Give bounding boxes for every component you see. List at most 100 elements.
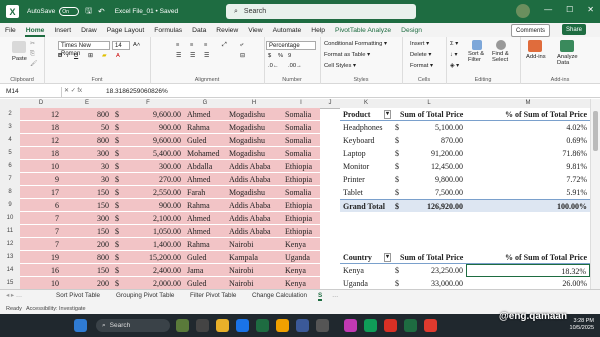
increase-decimal-icon[interactable]: .0← — [268, 63, 279, 69]
row-header[interactable]: 5 — [0, 147, 21, 161]
cell-quantity[interactable]: 12 — [20, 134, 62, 147]
cell-currency[interactable]: $ — [112, 212, 120, 225]
cell-quantity[interactable]: 19 — [20, 251, 62, 264]
pivot-row-label[interactable]: Monitor — [340, 160, 392, 173]
active-cell[interactable]: 18.32% — [466, 264, 590, 277]
paste-icon[interactable] — [12, 41, 26, 53]
media-icon[interactable] — [424, 319, 437, 332]
cell-total-price[interactable]: 15,200.00 — [120, 251, 184, 264]
file-explorer-icon[interactable] — [216, 319, 229, 332]
row-header[interactable]: 15 — [0, 277, 21, 289]
autosave-toggle[interactable]: On — [59, 7, 80, 16]
analyze-data-label[interactable]: Analyze Data — [557, 54, 578, 66]
cell-styles-button[interactable]: Cell Styles ▾ — [324, 63, 356, 69]
comma-icon[interactable]: 9 — [288, 53, 291, 59]
cell-total-price[interactable]: 2,400.00 — [120, 264, 184, 277]
analyze-data-icon[interactable] — [560, 40, 574, 52]
row-header[interactable]: 14 — [0, 264, 21, 278]
pivot-row-label[interactable]: Kenya — [340, 264, 392, 277]
cell-unit-price[interactable]: 300 — [62, 212, 112, 225]
cell-city[interactable]: Addis Ababa — [226, 173, 282, 186]
cell-salesperson[interactable]: Ahmed — [184, 108, 226, 121]
recorder-icon[interactable] — [384, 319, 397, 332]
cell-city[interactable]: Mogadishu — [226, 134, 282, 147]
align-bottom-icon[interactable]: ≡ — [204, 42, 207, 48]
pivot-header-spacer[interactable] — [392, 108, 400, 121]
cell-salesperson[interactable]: Farah — [184, 186, 226, 199]
cell-unit-price[interactable]: 30 — [62, 160, 112, 173]
pivot-row-sum[interactable]: 5,100.00 — [400, 121, 466, 134]
wrap-text-icon[interactable]: ⤶ — [240, 42, 243, 49]
tab-insert[interactable]: Insert — [49, 27, 76, 34]
pivot-row-pct[interactable]: 7.72% — [466, 173, 590, 186]
tab-page-layout[interactable]: Page Layout — [102, 27, 150, 34]
align-center-icon[interactable]: ☰ — [190, 53, 195, 59]
store-icon[interactable] — [316, 319, 329, 332]
sheet-tab-grouping-pivot[interactable]: Grouping Pivot Table — [116, 292, 174, 299]
cell-currency[interactable]: $ — [112, 238, 120, 251]
pivot-row-currency[interactable]: $ — [392, 277, 400, 289]
cell-country[interactable]: Ethiopia — [282, 199, 320, 212]
edge-icon[interactable] — [236, 319, 249, 332]
pivot-header-pct[interactable]: % of Sum of Total Price — [466, 108, 590, 121]
cell-city[interactable]: Mogadishu — [226, 121, 282, 134]
cell-total-price[interactable]: 300.00 — [120, 160, 184, 173]
copy-icon[interactable]: ⎘ — [30, 51, 35, 58]
cell-quantity[interactable]: 10 — [20, 277, 62, 289]
cell-quantity[interactable]: 7 — [20, 225, 62, 238]
undo-icon[interactable]: ↶ — [98, 7, 105, 16]
status-accessibility[interactable]: Accessibility: Investigate — [26, 306, 86, 312]
cell-unit-price[interactable]: 50 — [62, 121, 112, 134]
maximize-icon[interactable]: ☐ — [566, 5, 573, 14]
row-header[interactable]: 10 — [0, 212, 21, 226]
align-left-icon[interactable]: ☰ — [176, 53, 181, 59]
pivot-row-pct[interactable]: 5.91% — [466, 186, 590, 199]
pivot-row-currency[interactable]: $ — [392, 147, 400, 160]
cell-quantity[interactable]: 7 — [20, 238, 62, 251]
prev-sheet-icon[interactable]: ◂ ▸ … — [6, 292, 22, 299]
tab-file[interactable]: File — [0, 27, 21, 34]
cell-city[interactable]: Addis Ababa — [226, 225, 282, 238]
taskbar-clock[interactable]: 3:28 PM 10/5/2025 — [570, 318, 594, 332]
pivot-header-sum[interactable]: Sum of Total Price — [400, 108, 466, 121]
delete-cells-button[interactable]: Delete ▾ — [410, 52, 431, 58]
cell-country[interactable]: Ethiopia — [282, 225, 320, 238]
pivot-row-label[interactable]: Keyboard — [340, 134, 392, 147]
cell-country[interactable]: Kenya — [282, 238, 320, 251]
tab-design[interactable]: Design — [396, 27, 427, 34]
addins-icon[interactable] — [528, 40, 542, 52]
cell-quantity[interactable]: 17 — [20, 186, 62, 199]
cell-salesperson[interactable]: Abdalla — [184, 160, 226, 173]
cell-total-price[interactable]: 9,600.00 — [120, 108, 184, 121]
cell-city[interactable]: Nairobi — [226, 238, 282, 251]
sort-filter-icon[interactable] — [472, 40, 482, 50]
share-button[interactable]: Share — [562, 24, 587, 35]
cell-salesperson[interactable]: Ahmed — [184, 212, 226, 225]
worksheet-grid[interactable]: D E F G H I J K L M 2 12 800 $9,600.00 Ahmed… — [0, 99, 590, 289]
font-name-select[interactable]: Times New Roman — [58, 41, 110, 57]
row-header[interactable]: 6 — [0, 160, 21, 174]
cell-unit-price[interactable]: 200 — [62, 238, 112, 251]
pivot-row-label[interactable]: Headphones — [340, 121, 392, 134]
cell-unit-price[interactable]: 150 — [62, 199, 112, 212]
cell-country[interactable]: Somalia — [282, 121, 320, 134]
cell-city[interactable]: Nairobi — [226, 277, 282, 289]
pivot-grand-total-pct[interactable]: 100.00% — [466, 199, 590, 212]
tab-home[interactable]: Home — [21, 27, 50, 37]
cell-unit-price[interactable]: 800 — [62, 134, 112, 147]
pivot-header-label[interactable]: Product ▾ — [340, 108, 392, 121]
pivot-row-sum[interactable]: 9,800.00 — [400, 173, 466, 186]
cell-currency[interactable]: $ — [112, 277, 120, 289]
cell-currency[interactable]: $ — [112, 264, 120, 277]
close-icon[interactable]: ✕ — [587, 5, 594, 14]
font-color-icon[interactable]: A — [116, 53, 120, 59]
cell-city[interactable]: Addis Ababa — [226, 212, 282, 225]
cell-total-price[interactable]: 5,400.00 — [120, 147, 184, 160]
tab-formulas[interactable]: Formulas — [149, 27, 187, 34]
cell-currency[interactable]: $ — [112, 173, 120, 186]
row-header[interactable]: 4 — [0, 134, 21, 148]
pivot-grand-total-label[interactable]: Grand Total — [340, 199, 392, 212]
vertical-scrollbar[interactable] — [590, 99, 600, 289]
windows-start-icon[interactable] — [74, 319, 87, 332]
align-top-icon[interactable]: ≡ — [176, 42, 179, 48]
